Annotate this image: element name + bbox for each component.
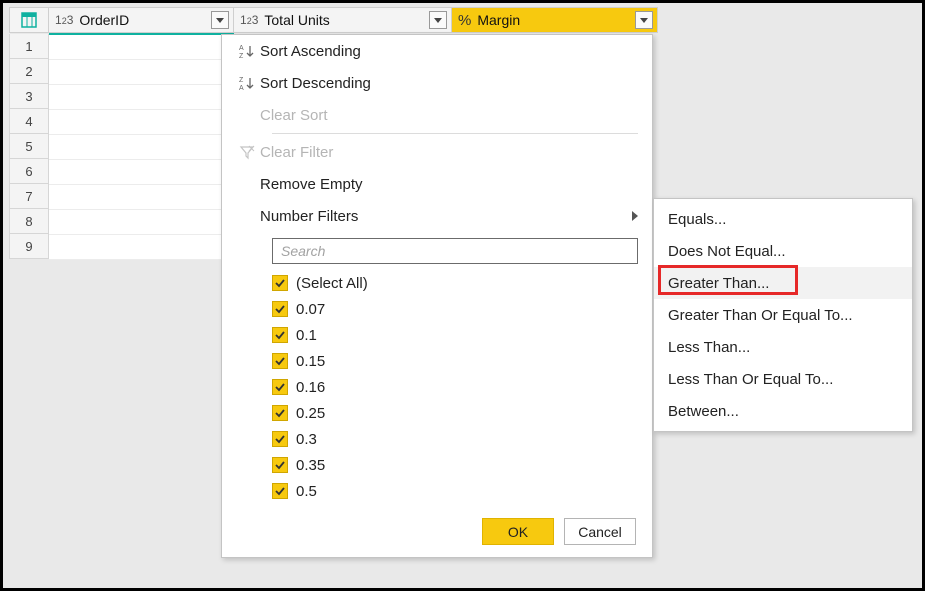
filter-value-item[interactable]: 0.5 bbox=[272, 478, 638, 504]
type-percent-icon: % bbox=[458, 12, 471, 29]
checkbox-checked-icon bbox=[272, 327, 288, 343]
column-header-totalunits[interactable]: 123 Total Units bbox=[234, 7, 452, 33]
row-numbers: 1 2 3 4 5 6 7 8 9 bbox=[9, 34, 49, 259]
svg-text:A: A bbox=[239, 85, 244, 91]
checkbox-checked-icon bbox=[272, 379, 288, 395]
sort-descending[interactable]: ZA Sort Descending bbox=[222, 67, 652, 99]
checkbox-checked-icon bbox=[272, 431, 288, 447]
row-number[interactable]: 8 bbox=[9, 209, 49, 234]
filter-value-item[interactable]: 0.16 bbox=[272, 374, 638, 400]
filter-value-item[interactable]: 0.1 bbox=[272, 322, 638, 348]
data-cell[interactable] bbox=[49, 60, 233, 85]
clear-filter-icon bbox=[234, 144, 260, 160]
filter-less-than[interactable]: Less Than... bbox=[654, 331, 912, 363]
header-row: 123 OrderID 123 Total Units % Margin bbox=[9, 7, 919, 33]
data-cell[interactable] bbox=[49, 135, 233, 160]
filter-value-select-all[interactable]: (Select All) bbox=[272, 270, 638, 296]
data-column-1 bbox=[49, 35, 233, 260]
filter-not-equal[interactable]: Does Not Equal... bbox=[654, 235, 912, 267]
data-cell[interactable] bbox=[49, 110, 233, 135]
filter-value-item[interactable]: 0.3 bbox=[272, 426, 638, 452]
filter-equals[interactable]: Equals... bbox=[654, 203, 912, 235]
column-label: OrderID bbox=[79, 12, 129, 28]
type-number-icon: 123 bbox=[55, 13, 73, 27]
svg-text:A: A bbox=[239, 45, 244, 52]
column-filter-dropdown[interactable] bbox=[429, 11, 447, 29]
sort-ascending[interactable]: AZ Sort Ascending bbox=[222, 35, 652, 67]
sort-desc-icon: ZA bbox=[234, 75, 260, 91]
row-number[interactable]: 2 bbox=[9, 59, 49, 84]
clear-filter: Clear Filter bbox=[222, 136, 652, 168]
row-number[interactable]: 6 bbox=[9, 159, 49, 184]
filter-value-item[interactable]: 0.35 bbox=[272, 452, 638, 478]
table-corner-icon[interactable] bbox=[9, 7, 49, 33]
filter-search-input[interactable]: Search bbox=[272, 238, 638, 264]
filter-value-list: (Select All) 0.07 0.1 0.15 0.16 0.25 bbox=[272, 270, 638, 504]
menu-separator bbox=[272, 133, 638, 134]
checkbox-checked-icon bbox=[272, 457, 288, 473]
app-frame: 123 OrderID 123 Total Units % Margin bbox=[0, 0, 925, 591]
filter-value-item[interactable]: 0.15 bbox=[272, 348, 638, 374]
checkbox-checked-icon bbox=[272, 275, 288, 291]
checkbox-checked-icon bbox=[272, 301, 288, 317]
column-filter-dropdown[interactable] bbox=[635, 11, 653, 29]
filter-greater-than[interactable]: Greater Than... bbox=[654, 267, 912, 299]
data-cell[interactable] bbox=[49, 210, 233, 235]
column-header-margin[interactable]: % Margin bbox=[452, 7, 658, 33]
submenu-arrow-icon bbox=[632, 208, 638, 224]
row-number[interactable]: 9 bbox=[9, 234, 49, 259]
svg-text:Z: Z bbox=[239, 53, 244, 59]
checkbox-checked-icon bbox=[272, 353, 288, 369]
clear-sort: Clear Sort bbox=[222, 99, 652, 131]
filter-dropdown-panel: AZ Sort Ascending ZA Sort Descending Cle… bbox=[221, 34, 653, 558]
row-number[interactable]: 7 bbox=[9, 184, 49, 209]
filter-between[interactable]: Between... bbox=[654, 395, 912, 427]
column-label: Total Units bbox=[264, 12, 329, 28]
number-filters-submenu: Equals... Does Not Equal... Greater Than… bbox=[653, 198, 913, 432]
checkbox-checked-icon bbox=[272, 405, 288, 421]
data-cell[interactable] bbox=[49, 185, 233, 210]
svg-text:Z: Z bbox=[239, 77, 244, 84]
filter-value-item[interactable]: 0.07 bbox=[272, 296, 638, 322]
checkbox-checked-icon bbox=[272, 483, 288, 499]
data-cell[interactable] bbox=[49, 160, 233, 185]
column-label: Margin bbox=[477, 12, 520, 28]
row-number[interactable]: 4 bbox=[9, 109, 49, 134]
data-cell[interactable] bbox=[49, 85, 233, 110]
column-filter-dropdown[interactable] bbox=[211, 11, 229, 29]
data-cell[interactable] bbox=[49, 235, 233, 260]
number-filters[interactable]: Number Filters bbox=[222, 200, 652, 232]
row-number[interactable]: 5 bbox=[9, 134, 49, 159]
row-number[interactable]: 3 bbox=[9, 84, 49, 109]
data-cell[interactable] bbox=[49, 35, 233, 60]
row-number[interactable]: 1 bbox=[9, 34, 49, 59]
column-header-orderid[interactable]: 123 OrderID bbox=[49, 7, 234, 33]
cancel-button[interactable]: Cancel bbox=[564, 518, 636, 545]
type-number-icon: 123 bbox=[240, 13, 258, 27]
filter-less-or-equal[interactable]: Less Than Or Equal To... bbox=[654, 363, 912, 395]
filter-value-item[interactable]: 0.25 bbox=[272, 400, 638, 426]
filter-button-row: OK Cancel bbox=[222, 514, 652, 545]
filter-greater-or-equal[interactable]: Greater Than Or Equal To... bbox=[654, 299, 912, 331]
remove-empty[interactable]: Remove Empty bbox=[222, 168, 652, 200]
ok-button[interactable]: OK bbox=[482, 518, 554, 545]
sort-asc-icon: AZ bbox=[234, 43, 260, 59]
